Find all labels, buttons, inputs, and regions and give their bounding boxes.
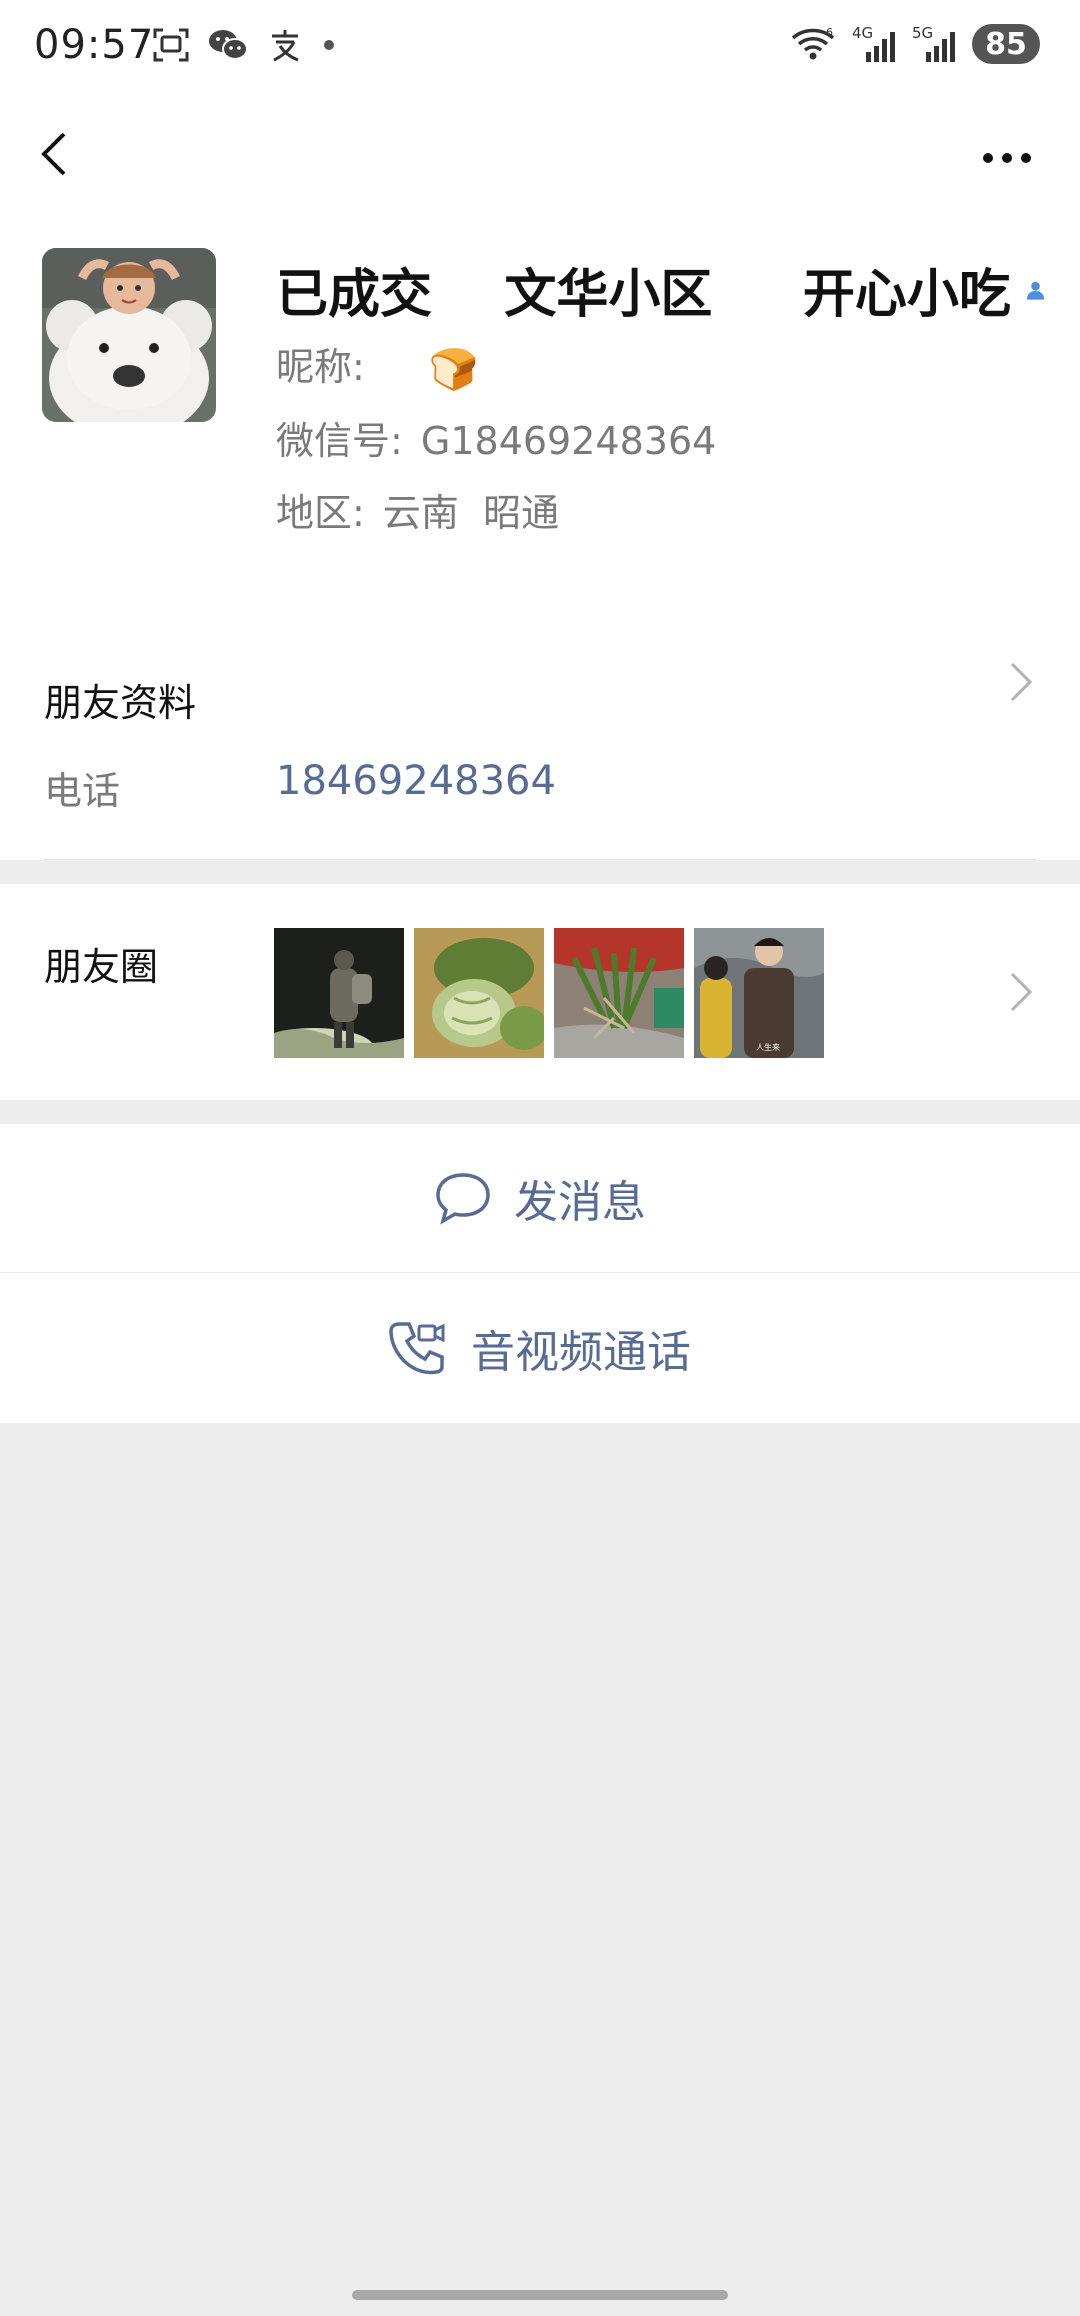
wechat-id-label: 微信号: bbox=[276, 419, 403, 463]
friend-info-section[interactable]: 朋友资料 电话 18469248364 bbox=[0, 616, 1080, 860]
chat-bubble-icon bbox=[436, 1173, 490, 1225]
phone-video-icon bbox=[389, 1322, 445, 1375]
nickname-value: 🍞 bbox=[428, 347, 479, 393]
signal-icon bbox=[926, 32, 955, 62]
scan-icon bbox=[153, 28, 189, 62]
moment-image-film-still: 人生来 bbox=[694, 928, 824, 1058]
moments-thumbnails: 人生来 bbox=[274, 928, 824, 1058]
nickname-line: 昵称: 🍞 bbox=[276, 336, 479, 393]
region-line: 地区: 云南 昭通 bbox=[276, 482, 559, 537]
signal-5g: 5G bbox=[912, 24, 956, 64]
moment-thumbnail[interactable]: 人生来 bbox=[694, 928, 824, 1058]
moment-thumbnail[interactable] bbox=[274, 928, 404, 1058]
moment-image-herbs bbox=[554, 928, 684, 1058]
moment-image-cabbage bbox=[414, 928, 544, 1058]
back-button[interactable] bbox=[30, 114, 110, 194]
moment-thumbnail[interactable] bbox=[554, 928, 684, 1058]
phone-label: 电话 bbox=[44, 769, 121, 813]
status-bar: 09:57 6 4G 5G 85 bbox=[0, 0, 1080, 96]
moment-thumbnail[interactable] bbox=[414, 928, 544, 1058]
moments-section[interactable]: 朋友圈 人生来 bbox=[0, 884, 1080, 1100]
region-value: 云南 昭通 bbox=[382, 491, 560, 535]
alipay-icon bbox=[272, 30, 299, 62]
film-caption: 人生来 bbox=[756, 1042, 780, 1052]
video-call-label: 音视频通话 bbox=[471, 1327, 691, 1378]
chevron-right-icon bbox=[1010, 972, 1033, 1012]
more-dots-icon bbox=[983, 153, 1031, 163]
display-name: 已成交 文华小区 开心小吃 bbox=[276, 265, 1011, 325]
top-nav-bar bbox=[0, 96, 1080, 216]
contact-person-icon bbox=[1026, 281, 1045, 300]
moments-title: 朋友圈 bbox=[44, 945, 159, 989]
status-time: 09:57 bbox=[34, 22, 155, 68]
chevron-left-icon bbox=[41, 132, 66, 176]
wifi-icon: 6 bbox=[791, 26, 835, 60]
battery-indicator: 85 bbox=[972, 24, 1040, 64]
wechat-icon bbox=[209, 30, 248, 60]
region-label: 地区: bbox=[276, 491, 365, 535]
wechat-id-line: 微信号: G18469248364 bbox=[276, 410, 716, 465]
signal-icon bbox=[866, 32, 895, 62]
profile-header: 已成交 文华小区 开心小吃 昵称: 🍞 微信号: G18469248364 地区… bbox=[0, 216, 1080, 616]
dot-icon bbox=[324, 40, 334, 50]
chevron-right-icon bbox=[1010, 662, 1033, 702]
divider bbox=[44, 859, 1036, 860]
display-name-row: 已成交 文华小区 开心小吃 bbox=[276, 252, 1046, 327]
video-call-button[interactable]: 音视频通话 bbox=[0, 1273, 1080, 1423]
send-message-button[interactable]: 发消息 bbox=[0, 1124, 1080, 1272]
status-notification-icons bbox=[152, 26, 336, 64]
signal-4g: 4G bbox=[852, 24, 896, 64]
friend-info-title: 朋友资料 bbox=[44, 681, 197, 725]
moment-image-night-walker bbox=[274, 928, 404, 1058]
avatar[interactable] bbox=[42, 248, 216, 422]
status-system-icons: 6 4G 5G 85 bbox=[790, 24, 1040, 64]
more-button[interactable] bbox=[962, 114, 1052, 194]
send-message-label: 发消息 bbox=[514, 1177, 646, 1228]
avatar-image bbox=[42, 248, 216, 422]
svg-text:6: 6 bbox=[826, 26, 833, 39]
wechat-id-value: G18469248364 bbox=[420, 419, 717, 463]
home-indicator[interactable] bbox=[352, 2290, 728, 2300]
nickname-label: 昵称: bbox=[276, 345, 365, 389]
phone-number-link[interactable]: 18469248364 bbox=[276, 758, 556, 804]
